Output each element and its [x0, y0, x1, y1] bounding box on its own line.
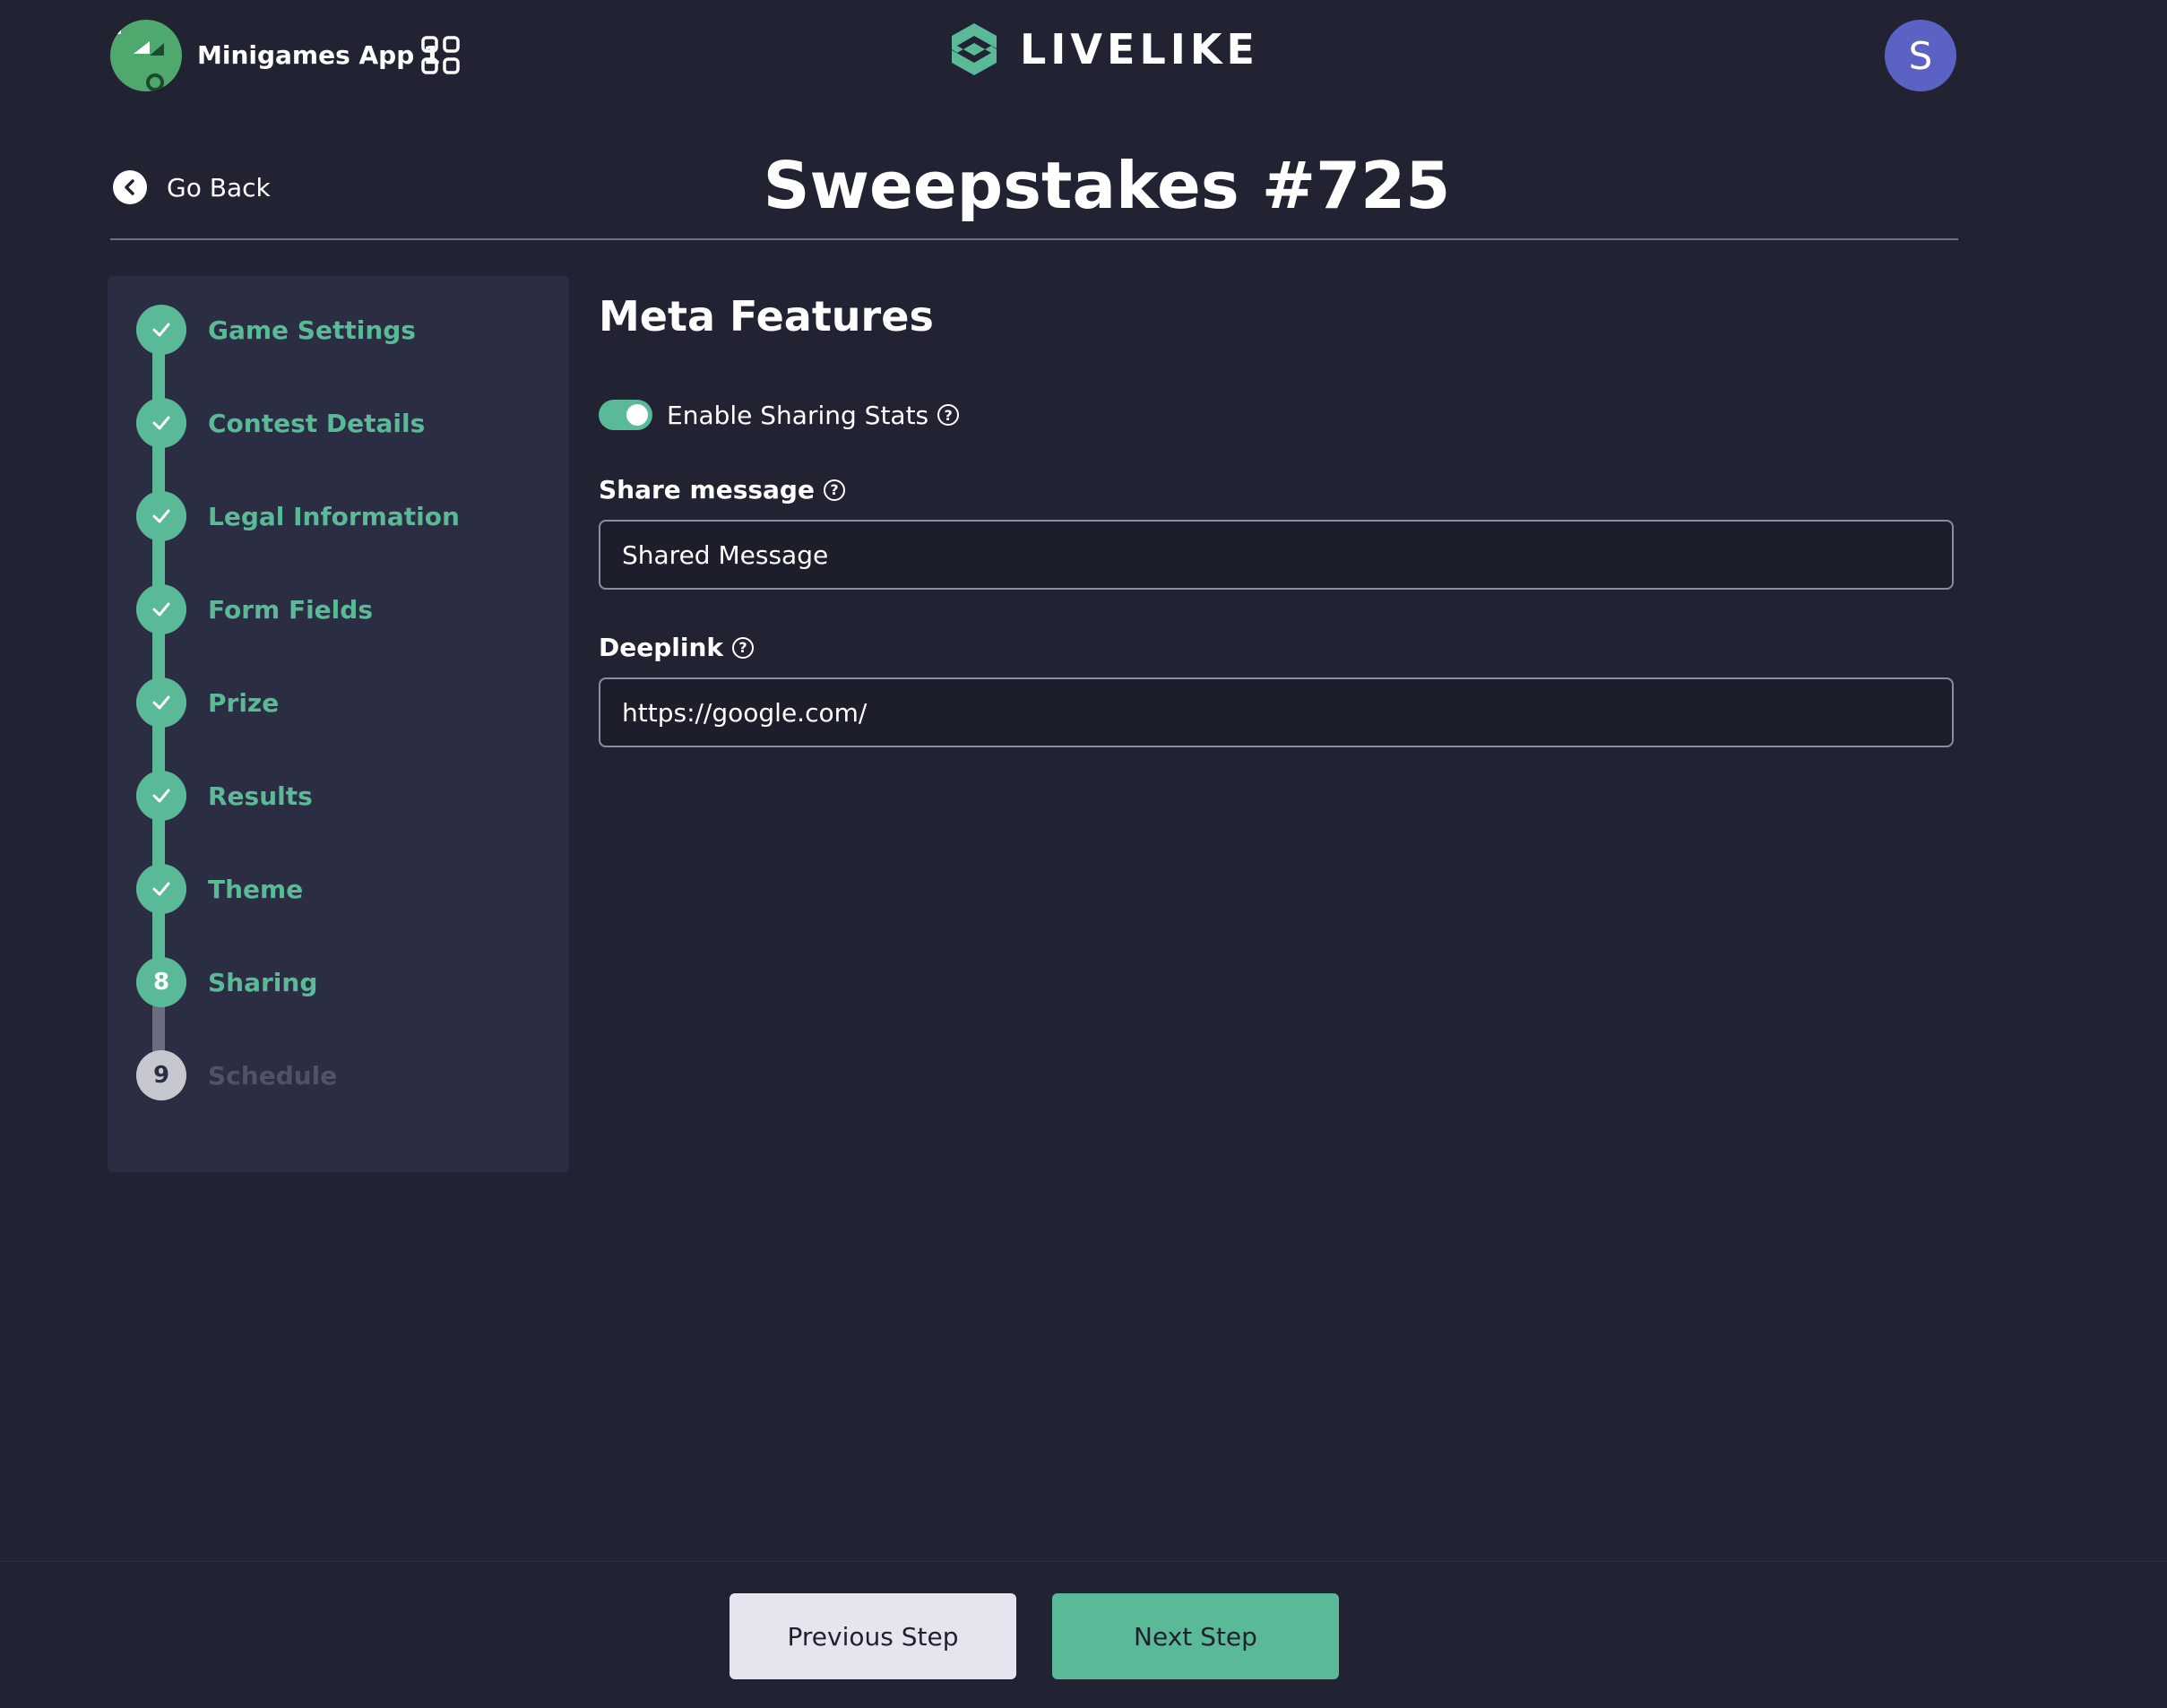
step-game-settings[interactable]: Game Settings [136, 305, 416, 355]
step-schedule[interactable]: 9 Schedule [136, 1050, 337, 1100]
help-icon[interactable]: ? [937, 404, 960, 426]
step-legal-information[interactable]: Legal Information [136, 491, 460, 541]
avatar-initial: S [1908, 33, 1933, 78]
livelike-mark-icon [952, 23, 997, 75]
deeplink-label: Deeplink ? [599, 633, 755, 662]
step-label: Form Fields [208, 594, 373, 625]
apps-grid-icon[interactable] [421, 36, 461, 75]
brand-logo: LIVELIKE [946, 18, 1259, 81]
help-icon[interactable]: ? [823, 479, 845, 501]
toggle-label: Enable Sharing Stats [667, 400, 929, 430]
step-results[interactable]: Results [136, 771, 313, 821]
deeplink-input[interactable] [599, 677, 1954, 747]
footer-divider [0, 1561, 2167, 1562]
section-title: Meta Features [599, 292, 934, 341]
step-form-fields[interactable]: Form Fields [136, 584, 373, 634]
brand-wordmark: LIVELIKE [1020, 25, 1259, 73]
step-prize[interactable]: Prize [136, 677, 279, 728]
deeplink-label-text: Deeplink [599, 633, 724, 662]
check-icon [136, 677, 186, 728]
share-message-label: Share message ? [599, 475, 845, 505]
step-theme[interactable]: Theme [136, 864, 303, 914]
check-icon [136, 864, 186, 914]
check-icon [136, 398, 186, 448]
check-icon [136, 584, 186, 634]
share-message-label-text: Share message [599, 475, 815, 505]
app-name[interactable]: Minigames App 1 [197, 38, 441, 73]
step-label: Results [208, 781, 313, 811]
page-title: Sweepstakes #725 [763, 148, 1451, 223]
sharing-stats-toggle[interactable] [599, 400, 652, 430]
step-contest-details[interactable]: Contest Details [136, 398, 425, 448]
step-label: Schedule [208, 1060, 338, 1091]
step-sharing[interactable]: 8 Sharing [136, 957, 317, 1007]
step-label: Sharing [208, 967, 318, 997]
sharing-stats-toggle-row: Enable Sharing Stats ? [599, 400, 960, 430]
check-icon [136, 305, 186, 355]
share-message-input[interactable] [599, 520, 1954, 590]
step-label: Prize [208, 687, 280, 718]
check-icon [136, 491, 186, 541]
step-label: Legal Information [208, 501, 460, 531]
check-icon [136, 771, 186, 821]
step-number: 9 [136, 1050, 186, 1100]
step-label: Theme [208, 874, 304, 904]
help-icon[interactable]: ? [732, 636, 755, 659]
step-label: Contest Details [208, 408, 426, 438]
step-label: Game Settings [208, 315, 416, 345]
next-step-button[interactable]: Next Step [1052, 1593, 1339, 1679]
user-avatar[interactable]: S [1885, 20, 1956, 91]
toggle-knob [626, 404, 648, 426]
step-number: 8 [136, 957, 186, 1007]
title-divider [110, 238, 1958, 240]
previous-step-button[interactable]: Previous Step [730, 1593, 1016, 1679]
app-logo [110, 20, 182, 91]
